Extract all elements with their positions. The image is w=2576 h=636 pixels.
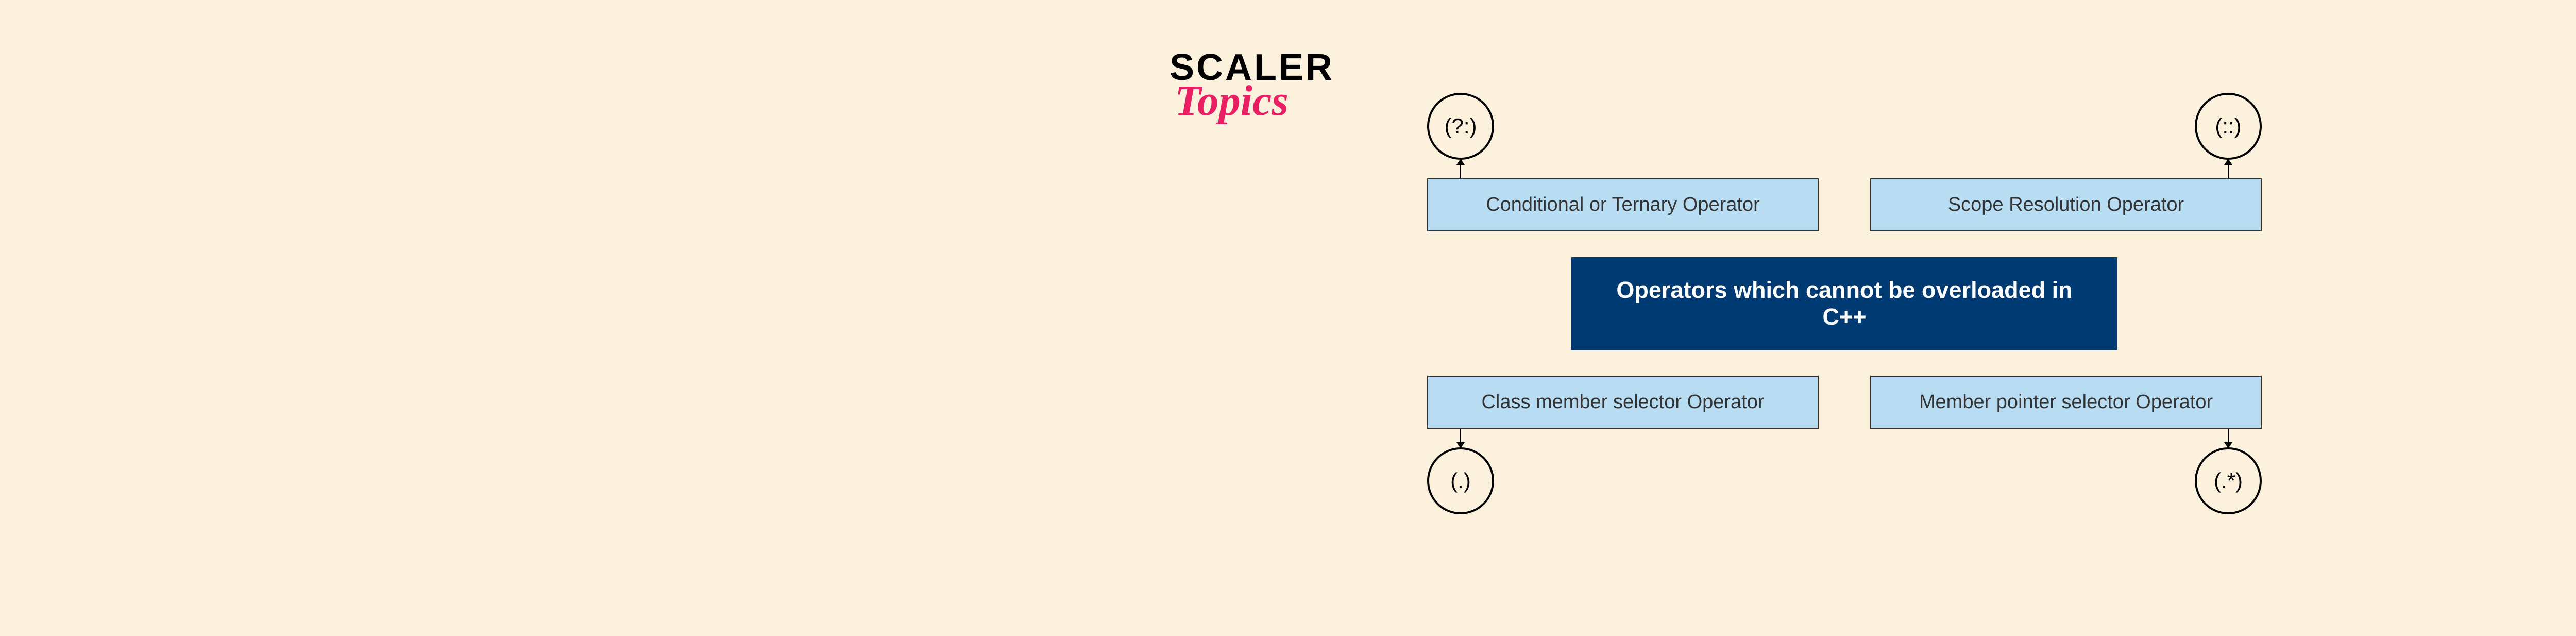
class-member-operator-box: Class member selector Operator (1427, 376, 1819, 429)
scaler-topics-logo: SCALER Topics (1170, 46, 1334, 126)
arrow-down-icon (1460, 429, 1461, 447)
arrow-up-icon (2228, 160, 2229, 178)
center-row: Operators which cannot be overloaded in … (1427, 257, 2262, 350)
scope-symbol-circle: (::) (2195, 93, 2262, 160)
dot-symbol-circle: (.) (1427, 447, 1494, 514)
bottom-symbols-row: (.) (.*) (1427, 429, 2262, 514)
arrow-down-icon (2228, 429, 2229, 447)
top-boxes-row: Conditional or Ternary Operator Scope Re… (1427, 178, 2262, 231)
bottom-boxes-row: Class member selector Operator Member po… (1427, 376, 2262, 429)
top-symbols-row: (?:) (::) (1427, 93, 2262, 178)
dotstar-symbol-circle: (.*) (2195, 447, 2262, 514)
member-pointer-operator-box: Member pointer selector Operator (1870, 376, 2262, 429)
arrow-up-icon (1460, 160, 1461, 178)
operators-diagram: (?:) (::) Conditional or Ternary Operato… (1427, 93, 2262, 514)
ternary-symbol-circle: (?:) (1427, 93, 1494, 160)
diagram-title-box: Operators which cannot be overloaded in … (1571, 257, 2117, 350)
scope-operator-box: Scope Resolution Operator (1870, 178, 2262, 231)
ternary-operator-box: Conditional or Ternary Operator (1427, 178, 1819, 231)
